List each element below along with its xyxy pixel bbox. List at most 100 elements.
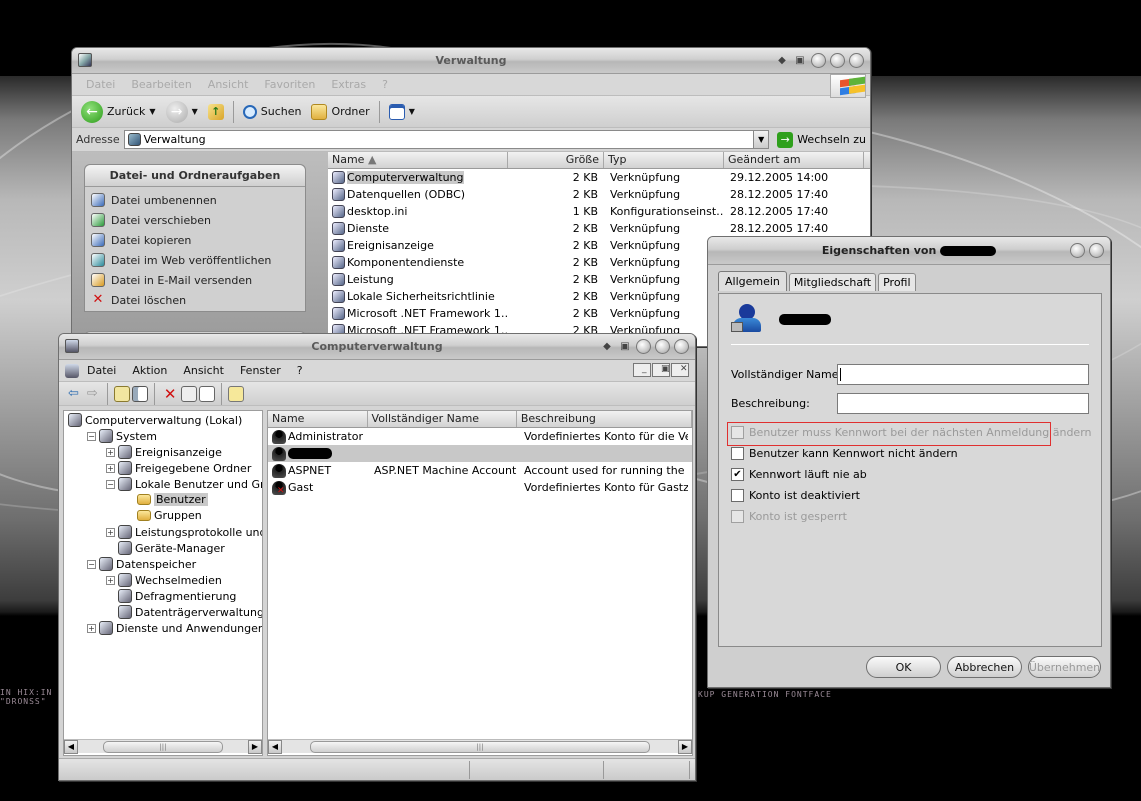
address-dropdown-icon[interactable]: ▼ — [753, 131, 769, 148]
file-row[interactable]: desktop.ini 1 KB Konfigurationseinst… 28.12… — [328, 203, 870, 220]
menu-datei[interactable]: Datei — [78, 78, 123, 91]
back-button[interactable]: ← Zurück ▼ — [76, 99, 161, 125]
tree-scrollbar[interactable]: ◀ ||| ▶ — [64, 739, 262, 754]
expand-toggle-icon[interactable]: + — [106, 527, 115, 537]
tab-mitgliedschaft[interactable]: Mitgliedschaft — [788, 273, 877, 291]
help-button[interactable] — [1070, 243, 1085, 258]
tree-node[interactable]: + Leistungsprotokolle und Warnungen — [106, 525, 262, 539]
cannot-change-password-checkbox[interactable]: Benutzer kann Kennwort nicht ändern — [731, 447, 958, 460]
export-list-icon[interactable] — [199, 385, 216, 402]
checkbox-box[interactable] — [731, 426, 744, 439]
column-date[interactable]: Geändert am — [724, 152, 864, 168]
up-folder-button[interactable]: ↑ — [203, 102, 229, 122]
user-row[interactable] — [268, 445, 692, 462]
expand-toggle-icon[interactable]: + — [106, 575, 115, 585]
expand-toggle-icon[interactable]: − — [87, 559, 96, 569]
tree-node[interactable]: Gruppen — [125, 509, 202, 522]
must-change-password-checkbox[interactable]: Benutzer muss Kennwort bei der nächsten … — [731, 426, 1092, 439]
checkbox-box[interactable] — [731, 447, 744, 460]
menu-aktion[interactable]: Aktion — [124, 364, 175, 377]
child-restore-button[interactable]: ▣ — [652, 363, 670, 377]
folders-button[interactable]: Ordner — [306, 102, 374, 122]
tree-node[interactable]: − System — [87, 429, 157, 443]
checkbox-box[interactable] — [731, 489, 744, 502]
tree-node[interactable]: Datenträgerverwaltung — [106, 605, 262, 619]
tab-profil[interactable]: Profil — [878, 273, 916, 291]
expand-toggle-icon[interactable]: − — [87, 431, 96, 441]
child-close-button[interactable]: ✕ — [671, 363, 689, 377]
properties-titlebar[interactable]: Eigenschaften von — [708, 237, 1110, 265]
tree-node[interactable]: Benutzer — [125, 493, 208, 506]
task-item[interactable]: Datei umbenennen — [91, 193, 217, 207]
column-fullname[interactable]: Vollständiger Name — [368, 411, 517, 427]
explorer-titlebar[interactable]: Verwaltung ◆ ▣ — [72, 48, 870, 74]
minimize-button[interactable] — [636, 339, 651, 354]
checkbox-box[interactable]: ✔ — [731, 468, 744, 481]
task-item[interactable]: Datei im Web veröffentlichen — [91, 253, 271, 267]
expand-toggle-icon[interactable]: + — [106, 463, 115, 473]
task-item[interactable]: Datei kopieren — [91, 233, 191, 247]
cancel-button[interactable]: Abbrechen — [947, 656, 1022, 678]
column-name[interactable]: Name ▲ — [328, 152, 508, 168]
ok-button[interactable]: OK — [866, 656, 941, 678]
properties-icon[interactable] — [181, 385, 198, 402]
restore-icon[interactable]: ▣ — [618, 341, 632, 352]
shade-icon[interactable]: ◆ — [775, 55, 789, 66]
minimize-button[interactable] — [811, 53, 826, 68]
task-item[interactable]: Datei in E-Mail versenden — [91, 273, 252, 287]
close-button[interactable] — [674, 339, 689, 354]
menu-favoriten[interactable]: Favoriten — [256, 78, 323, 91]
account-disabled-checkbox[interactable]: Konto ist deaktiviert — [731, 489, 860, 502]
menu-help[interactable]: ? — [374, 78, 396, 91]
help-icon[interactable] — [228, 385, 245, 402]
mmc-titlebar[interactable]: Computerverwaltung ◆ ▣ — [59, 334, 695, 360]
show-tree-icon[interactable] — [131, 385, 148, 402]
close-button[interactable] — [849, 53, 864, 68]
tree-node[interactable]: Geräte-Manager — [106, 541, 225, 555]
tree-node[interactable]: + Wechselmedien — [106, 573, 222, 587]
column-type[interactable]: Typ — [604, 152, 724, 168]
user-row[interactable]: ✕Gast Vordefiniertes Konto für Gastzugrif — [268, 479, 692, 496]
file-row[interactable]: Datenquellen (ODBC) 2 KB Verknüpfung 28.12.… — [328, 186, 870, 203]
maximize-button[interactable] — [830, 53, 845, 68]
tree-node[interactable]: + Ereignisanzeige — [106, 445, 222, 459]
column-size[interactable]: Größe — [508, 152, 604, 168]
expand-toggle-icon[interactable]: + — [106, 447, 115, 457]
column-name[interactable]: Name — [268, 411, 368, 427]
file-row[interactable]: Computerverwaltung 2 KB Verknüpfung 29.12.2… — [328, 169, 870, 186]
expand-toggle-icon[interactable]: − — [106, 479, 115, 489]
go-button[interactable]: → Wechseln zu — [773, 131, 866, 148]
task-item[interactable]: Datei verschieben — [91, 213, 211, 227]
close-button[interactable] — [1089, 243, 1104, 258]
shade-icon[interactable]: ◆ — [600, 341, 614, 352]
delete-icon[interactable]: ✕ — [161, 385, 180, 403]
menu-help[interactable]: ? — [289, 364, 311, 377]
views-button[interactable]: ▼ — [384, 102, 420, 122]
user-row[interactable]: Administrator Vordefiniertes Konto für di… — [268, 428, 692, 445]
address-input[interactable]: Verwaltung ▼ — [123, 130, 770, 149]
tree-node[interactable]: Defragmentierung — [106, 589, 236, 603]
back-arrow-icon[interactable]: ⇦ — [65, 386, 82, 401]
account-locked-checkbox[interactable]: Konto ist gesperrt — [731, 510, 847, 523]
search-button[interactable]: Suchen — [238, 103, 307, 121]
child-minimize-button[interactable]: _ — [633, 363, 651, 377]
maximize-button[interactable] — [655, 339, 670, 354]
tree-node[interactable]: − Datenspeicher — [87, 557, 196, 571]
list-scrollbar[interactable]: ◀ ||| ▶ — [268, 739, 692, 754]
tree-node[interactable]: + Freigegebene Ordner — [106, 461, 251, 475]
menu-fenster[interactable]: Fenster — [232, 364, 289, 377]
fullname-input[interactable] — [837, 364, 1089, 385]
password-never-expires-checkbox[interactable]: ✔ Kennwort läuft nie ab — [731, 468, 867, 481]
file-row[interactable]: Dienste 2 KB Verknüpfung 28.12.2005 17:40 — [328, 220, 870, 237]
menu-ansicht[interactable]: Ansicht — [175, 364, 232, 377]
menu-bearbeiten[interactable]: Bearbeiten — [123, 78, 199, 91]
tree-node[interactable]: Computerverwaltung (Lokal) — [68, 413, 242, 427]
user-row[interactable]: ASPNET ASP.NET Machine Account Account use… — [268, 462, 692, 479]
up-level-icon[interactable] — [113, 385, 130, 402]
description-input[interactable] — [837, 393, 1089, 414]
forward-arrow-icon[interactable]: ⇨ — [84, 386, 101, 401]
tree-node[interactable]: − Lokale Benutzer und Gruppen — [106, 477, 262, 491]
menu-ansicht[interactable]: Ansicht — [200, 78, 257, 91]
menu-extras[interactable]: Extras — [323, 78, 374, 91]
column-description[interactable]: Beschreibung — [517, 411, 692, 427]
